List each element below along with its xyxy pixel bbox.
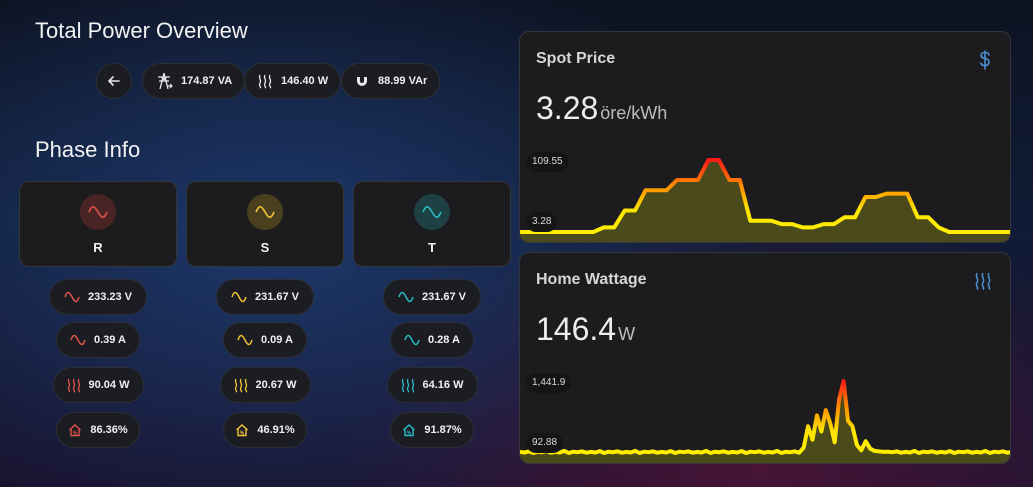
sparkline-line bbox=[520, 379, 1010, 455]
phase-card-t[interactable]: T bbox=[353, 181, 511, 267]
svg-text:%: % bbox=[73, 431, 78, 437]
phase-s-current-chip[interactable]: 0.09 A bbox=[223, 322, 307, 358]
sine-wave-icon bbox=[398, 291, 414, 303]
home-wattage-unit: W bbox=[618, 324, 636, 344]
home-wattage-max-label: 1,441.9 bbox=[526, 373, 572, 393]
phase-s-power-chip[interactable]: 20.67 W bbox=[219, 367, 311, 403]
phase-t-current-chip[interactable]: 0.28 A bbox=[390, 322, 474, 358]
phase-metric-value: 0.39 A bbox=[93, 334, 126, 346]
sine-wave-icon bbox=[414, 194, 450, 230]
phase-metric-value: 91.87% bbox=[424, 424, 462, 436]
phase-s-voltage-chip[interactable]: 231.67 V bbox=[216, 279, 314, 315]
spot-price-card[interactable]: Spot Price 3.28 öre/kWh 109.55 3.28 bbox=[519, 31, 1011, 243]
svg-text:%: % bbox=[240, 431, 245, 437]
sine-wave-icon bbox=[231, 291, 247, 303]
reactive-power-chip[interactable]: 88.99 VAr bbox=[341, 63, 441, 99]
spot-price-unit: öre/kWh bbox=[600, 103, 668, 123]
phase-metric-value: 90.04 W bbox=[88, 379, 130, 391]
phase-t-power-chip[interactable]: 64.16 W bbox=[386, 367, 478, 403]
phase-r-voltage-chip[interactable]: 233.23 V bbox=[49, 279, 147, 315]
phase-t-pf-chip[interactable]: % 91.87% bbox=[390, 412, 474, 448]
heat-waves-icon bbox=[401, 377, 415, 393]
home-percent-icon: % bbox=[402, 423, 416, 437]
home-percent-icon: % bbox=[68, 423, 82, 437]
sparkline-line bbox=[520, 158, 1010, 234]
active-power-value: 146.40 W bbox=[281, 75, 329, 87]
arrow-left-icon bbox=[108, 76, 120, 86]
sine-wave-icon bbox=[80, 194, 116, 230]
phase-label: T bbox=[428, 240, 436, 255]
phase-metric-value: 233.23 V bbox=[87, 291, 133, 303]
svg-text:%: % bbox=[407, 431, 412, 437]
card-title: Spot Price bbox=[536, 50, 616, 67]
home-wattage-sparkline bbox=[520, 379, 1010, 463]
phase-metric-value: 231.67 V bbox=[254, 291, 300, 303]
phase-metric-value: 46.91% bbox=[257, 424, 295, 436]
transmission-tower-icon bbox=[158, 72, 173, 90]
card-title: Home Wattage bbox=[536, 271, 647, 288]
spot-price-min-label: 3.28 bbox=[526, 212, 558, 232]
phase-s-pf-chip[interactable]: % 46.91% bbox=[223, 412, 307, 448]
sine-wave-icon bbox=[404, 334, 420, 346]
sine-wave-icon bbox=[237, 334, 253, 346]
spot-price-value: 3.28 öre/kWh bbox=[536, 90, 668, 126]
phase-info-title: Phase Info bbox=[35, 137, 141, 162]
home-wattage-value: 146.4 W bbox=[536, 311, 636, 347]
phase-r-pf-chip[interactable]: % 86.36% bbox=[56, 412, 140, 448]
apparent-power-chip[interactable]: 174.87 VA bbox=[142, 63, 246, 99]
heat-waves-icon bbox=[258, 74, 272, 89]
phase-t-voltage-chip[interactable]: 231.67 V bbox=[383, 279, 481, 315]
phase-metric-value: 20.67 W bbox=[255, 379, 297, 391]
phase-r-current-chip[interactable]: 0.39 A bbox=[56, 322, 140, 358]
home-percent-icon: % bbox=[235, 423, 249, 437]
back-button[interactable] bbox=[96, 63, 132, 99]
sine-wave-icon bbox=[64, 291, 80, 303]
dollar-icon bbox=[978, 50, 992, 75]
home-wattage-card[interactable]: Home Wattage 146.4 W 1,441.9 92.88 bbox=[519, 252, 1011, 464]
heat-waves-icon bbox=[974, 271, 992, 296]
sine-wave-icon bbox=[247, 194, 283, 230]
phase-metric-value: 0.28 A bbox=[427, 334, 460, 346]
overview-title: Total Power Overview bbox=[35, 18, 248, 43]
phase-label: S bbox=[260, 240, 270, 255]
spot-price-max-label: 109.55 bbox=[526, 152, 569, 172]
home-wattage-min-label: 92.88 bbox=[526, 433, 564, 453]
phase-r-power-chip[interactable]: 90.04 W bbox=[52, 367, 144, 403]
apparent-power-value: 174.87 VA bbox=[181, 75, 233, 87]
magnet-icon bbox=[357, 75, 367, 86]
phase-card-r[interactable]: R bbox=[19, 181, 177, 267]
phase-card-s[interactable]: S bbox=[186, 181, 344, 267]
phase-label: R bbox=[93, 240, 103, 255]
active-power-chip[interactable]: 146.40 W bbox=[244, 63, 342, 99]
spot-price-sparkline bbox=[520, 158, 1010, 242]
reactive-power-value: 88.99 VAr bbox=[378, 75, 428, 87]
heat-waves-icon bbox=[67, 377, 81, 393]
phase-metric-value: 64.16 W bbox=[422, 379, 464, 391]
phase-metric-value: 86.36% bbox=[90, 424, 128, 436]
heat-waves-icon bbox=[234, 377, 248, 393]
phase-metric-value: 231.67 V bbox=[421, 291, 467, 303]
phase-metric-value: 0.09 A bbox=[260, 334, 293, 346]
sine-wave-icon bbox=[70, 334, 86, 346]
